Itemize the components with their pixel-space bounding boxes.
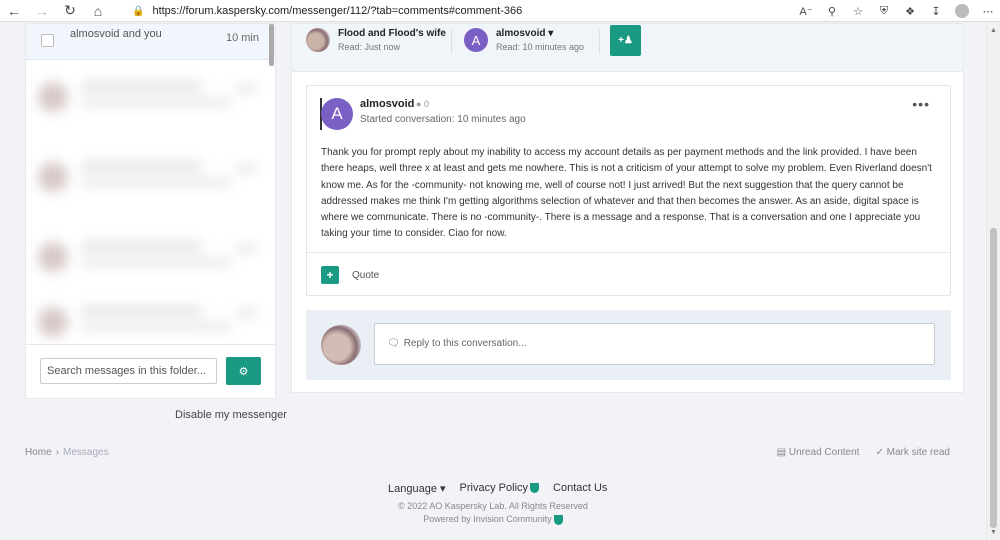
powered-by[interactable]: Powered by Invision Community: [0, 514, 986, 525]
footer-nav: Language ▾ Privacy Policy Contact Us: [388, 482, 607, 495]
quote-button[interactable]: Quote: [352, 270, 379, 281]
scroll-down-icon[interactable]: ▼: [990, 529, 997, 536]
search-settings-button[interactable]: ⚙: [226, 357, 261, 385]
select-checkbox[interactable]: [41, 34, 54, 47]
language-menu[interactable]: Language ▾: [388, 482, 446, 495]
participant-read-status: Read: 10 minutes ago: [496, 42, 585, 52]
conversation-time: 10 min: [225, 32, 259, 44]
conversation-participants: almosvoid and you: [70, 28, 162, 40]
multiquote-button[interactable]: +: [321, 266, 339, 284]
menu-icon[interactable]: ⋯: [976, 0, 1000, 22]
privacy-policy-link[interactable]: Privacy Policy: [460, 482, 540, 495]
profile-icon[interactable]: [950, 0, 974, 22]
zoom-icon[interactable]: ⚲: [820, 0, 844, 22]
participant-name: almosvoid ▾: [496, 28, 554, 39]
scroll-thumb[interactable]: [990, 228, 997, 528]
unread-content-link[interactable]: ▤ Unread Content: [777, 447, 860, 458]
conversation-panel: Flood and Flood's wife Read: Just now A …: [291, 23, 964, 393]
reputation-badge: ● 0: [416, 99, 429, 109]
avatar: [306, 28, 330, 52]
downloads-icon[interactable]: ↧: [924, 0, 948, 22]
avatar: [321, 325, 361, 365]
page-scrollbar[interactable]: ▲ ▼: [986, 23, 1000, 540]
lock-icon: 🔒: [132, 5, 145, 17]
back-icon[interactable]: ←: [0, 0, 28, 22]
copyright: © 2022 AO Kaspersky Lab. All Rights Rese…: [398, 501, 588, 511]
search-input[interactable]: Search messages in this folder...: [40, 358, 217, 384]
participant-read-status: Read: Just now: [338, 42, 401, 52]
extensions-icon[interactable]: ❖: [898, 0, 922, 22]
feed-icon: ▤: [776, 447, 787, 458]
browser-toolbar: ← → ↻ ⌂ 🔒 https://forum.kaspersky.com/me…: [0, 0, 1000, 22]
add-user-icon: +♟: [618, 35, 633, 46]
comment-icon: 🗨: [387, 338, 400, 349]
participants-bar: Flood and Flood's wife Read: Just now A …: [292, 24, 963, 72]
mark-site-read-link[interactable]: ✓ Mark site read: [875, 447, 950, 458]
add-participant-button[interactable]: +♟: [610, 25, 641, 56]
shield-icon[interactable]: ⛨: [872, 0, 896, 22]
more-options-icon[interactable]: •••: [912, 96, 930, 112]
divider: [599, 30, 600, 54]
contact-us-link[interactable]: Contact Us: [553, 482, 607, 495]
forward-icon[interactable]: →: [28, 0, 56, 22]
author-name[interactable]: almosvoid: [360, 98, 414, 110]
address-bar[interactable]: 🔒 https://forum.kaspersky.com/messenger/…: [132, 3, 522, 19]
list-item[interactable]: [26, 64, 269, 144]
disable-messenger-link[interactable]: Disable my messenger: [175, 409, 287, 421]
read-aloud-icon[interactable]: A⁻: [794, 0, 818, 22]
divider: [451, 30, 452, 54]
scroll-up-icon[interactable]: ▲: [990, 27, 997, 34]
avatar: A: [464, 28, 488, 52]
shield-icon: [530, 483, 540, 494]
check-icon: ✓: [875, 447, 884, 458]
post-body: Thank you for prompt reply about my inab…: [321, 147, 932, 240]
breadcrumb-current: Messages: [63, 447, 109, 458]
footer-actions: ▤ Unread Content ✓ Mark site read: [777, 447, 950, 458]
post-timestamp: Started conversation: 10 minutes ago: [360, 114, 526, 125]
divider: [26, 344, 275, 345]
participant[interactable]: Flood and Flood's wife Read: Just now: [306, 28, 446, 54]
url-text: https://forum.kaspersky.com/messenger/11…: [152, 5, 523, 17]
participant-name: Flood and Flood's wife: [338, 28, 446, 39]
sidebar-scrollbar[interactable]: [269, 24, 274, 66]
reply-input[interactable]: 🗨 Reply to this conversation...: [374, 323, 935, 365]
messenger-sidebar: almosvoid and you 10 min Search messages…: [25, 23, 276, 399]
participant[interactable]: A almosvoid ▾ Read: 10 minutes ago: [464, 28, 584, 54]
chevron-right-icon: ›: [55, 447, 60, 458]
list-item[interactable]: [26, 144, 269, 224]
author-avatar[interactable]: A: [321, 98, 353, 130]
home-icon[interactable]: ⌂: [84, 0, 112, 22]
favorite-icon[interactable]: ☆: [846, 0, 870, 22]
gear-icon: ⚙: [238, 365, 249, 378]
refresh-icon[interactable]: ↻: [56, 0, 84, 22]
caret-down-icon[interactable]: ▾: [548, 28, 553, 39]
list-item[interactable]: [26, 289, 269, 344]
breadcrumb: Home › Messages: [25, 447, 109, 458]
reply-area: 🗨 Reply to this conversation...: [306, 310, 951, 380]
message-post: A almosvoid ● 0 Started conversation: 10…: [306, 85, 951, 296]
breadcrumb-home[interactable]: Home: [25, 447, 52, 458]
conversation-list-item[interactable]: almosvoid and you 10 min: [26, 24, 275, 66]
divider: [307, 252, 950, 253]
page: almosvoid and you 10 min Search messages…: [0, 23, 986, 540]
caret-down-icon: ▾: [440, 483, 446, 495]
shield-icon: [553, 514, 563, 525]
